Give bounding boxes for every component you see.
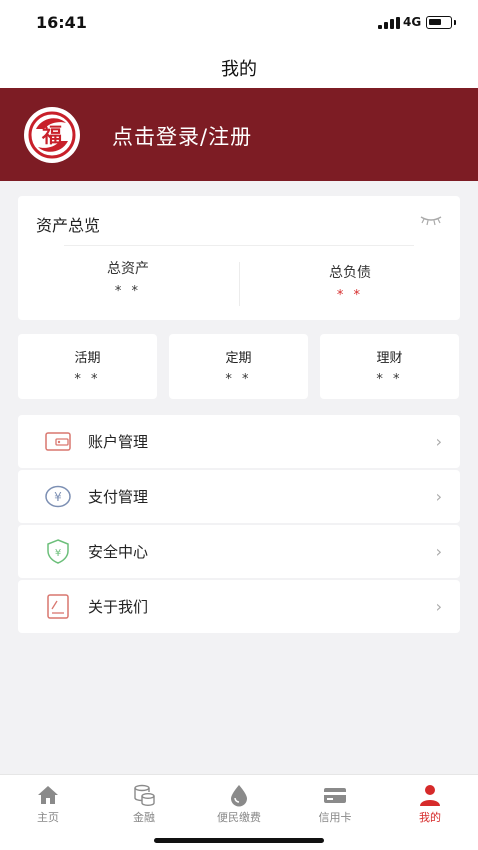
yuan-coin-icon: ¥ [45, 485, 71, 508]
menu-label: 账户管理 [88, 433, 149, 451]
menu-account-management[interactable]: 账户管理 › [18, 415, 460, 468]
demand-deposit-value: * * [74, 372, 101, 387]
status-bar: 16:41 4G [0, 0, 478, 48]
tab-label: 便民缴费 [217, 811, 261, 824]
wealth-management-value: * * [376, 372, 403, 387]
wealth-management-label: 理财 [376, 351, 403, 366]
tab-label: 信用卡 [318, 811, 352, 824]
svg-text:福: 福 [41, 123, 62, 147]
tab-home[interactable]: 主页 [0, 775, 96, 833]
asset-overview-title: 资产总览 [36, 216, 101, 235]
home-icon [38, 786, 58, 804]
login-register-link[interactable]: 点击登录/注册 [112, 121, 252, 151]
tab-label: 金融 [133, 811, 155, 824]
menu-about-us[interactable]: 关于我们 › [18, 580, 460, 633]
person-icon [420, 785, 440, 806]
tab-utility-payment[interactable]: 便民缴费 [191, 775, 287, 833]
menu-security-center[interactable]: ¥ 安全中心 › [18, 525, 460, 578]
demand-deposit-card[interactable]: 活期 * * [18, 334, 157, 399]
fixed-deposit-label: 定期 [225, 351, 252, 366]
wallet-icon [45, 432, 71, 451]
menu-label: 支付管理 [88, 488, 149, 506]
fixed-deposit-card[interactable]: 定期 * * [169, 334, 308, 399]
tab-mine[interactable]: 我的 [382, 775, 478, 833]
nav-bar: 我的 [0, 48, 478, 88]
menu-label: 安全中心 [88, 543, 149, 561]
asset-overview-card: 资产总览 总资产 * * 总负债 * * [18, 196, 460, 320]
fu-logo-icon: 福 [28, 111, 76, 159]
divider [239, 262, 240, 306]
battery-icon [426, 16, 456, 29]
tab-credit-card[interactable]: 信用卡 [287, 775, 383, 833]
water-drop-icon [231, 785, 247, 807]
coins-icon [134, 784, 155, 807]
wealth-management-card[interactable]: 理财 * * [320, 334, 459, 399]
chevron-right-icon: › [435, 597, 442, 616]
menu-payment-management[interactable]: ¥ 支付管理 › [18, 470, 460, 523]
chevron-right-icon: › [435, 542, 442, 561]
hide-eye-icon[interactable] [420, 214, 442, 226]
svg-text:¥: ¥ [54, 490, 62, 504]
svg-text:¥: ¥ [55, 548, 61, 559]
total-assets-value: * * [114, 284, 142, 299]
shield-icon: ¥ [47, 539, 69, 564]
chevron-right-icon: › [435, 487, 442, 506]
total-assets-label: 总资产 [107, 261, 149, 277]
status-time: 16:41 [36, 13, 87, 32]
signal-icon [378, 17, 400, 29]
credit-card-icon [324, 788, 346, 803]
fixed-deposit-value: * * [225, 372, 252, 387]
login-banner[interactable]: 福 点击登录/注册 [0, 88, 478, 181]
chevron-right-icon: › [435, 432, 442, 451]
tab-finance[interactable]: 金融 [96, 775, 192, 833]
total-liabilities[interactable]: 总负债 * * [250, 262, 450, 303]
total-liabilities-label: 总负债 [329, 265, 371, 281]
page-title: 我的 [221, 59, 257, 80]
avatar[interactable]: 福 [24, 107, 80, 163]
total-liabilities-value: * * [336, 288, 364, 303]
menu-label: 关于我们 [88, 598, 149, 616]
divider [64, 245, 414, 246]
total-assets[interactable]: 总资产 * * [28, 258, 228, 299]
tab-label: 主页 [37, 811, 59, 824]
network-type: 4G [403, 15, 422, 29]
home-indicator [154, 838, 324, 843]
info-card-icon [47, 594, 69, 619]
tab-label: 我的 [419, 811, 441, 824]
demand-deposit-label: 活期 [74, 351, 101, 366]
